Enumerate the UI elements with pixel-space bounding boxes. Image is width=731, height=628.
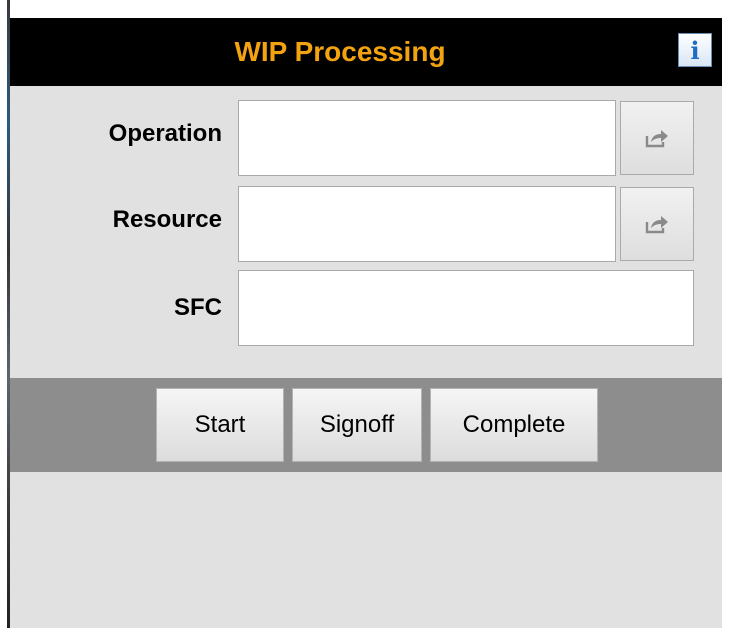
resource-input[interactable]: [238, 186, 616, 262]
start-button[interactable]: Start: [156, 388, 284, 462]
operation-label: Operation: [108, 120, 222, 147]
operation-browse-button[interactable]: [620, 101, 694, 175]
sfc-input[interactable]: [238, 270, 694, 346]
wip-processing-panel: WIP Processing i Operation Resource SFC …: [10, 18, 722, 628]
info-icon[interactable]: i: [678, 33, 712, 67]
panel-title: WIP Processing: [234, 36, 446, 67]
share-arrow-icon: [645, 130, 668, 148]
sfc-label: SFC: [174, 294, 222, 321]
resource-label: Resource: [112, 206, 222, 233]
panel-header: WIP Processing i: [10, 18, 722, 86]
operation-input[interactable]: [238, 100, 616, 176]
info-glyph: i: [690, 35, 700, 65]
window-left-edge: [0, 0, 10, 628]
signoff-button[interactable]: Signoff: [292, 388, 422, 462]
resource-browse-button[interactable]: [620, 187, 694, 261]
share-arrow-icon: [645, 216, 668, 234]
action-button-bar: Start Signoff Complete: [10, 378, 722, 472]
complete-button[interactable]: Complete: [430, 388, 598, 462]
